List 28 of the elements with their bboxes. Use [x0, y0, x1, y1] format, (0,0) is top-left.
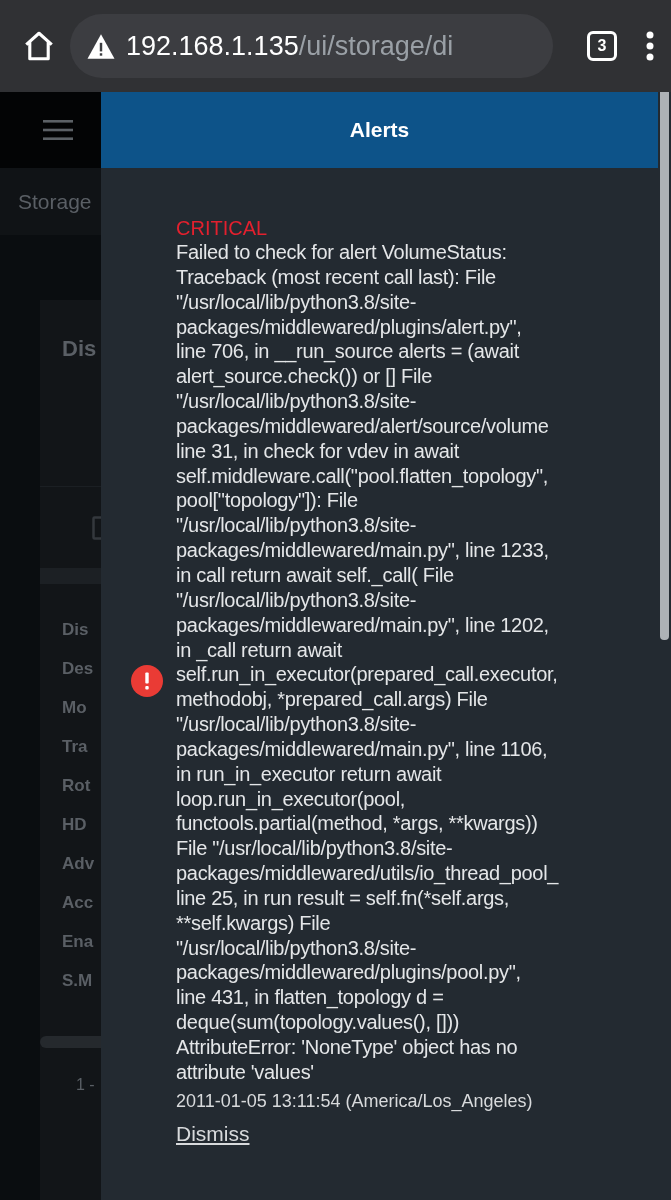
row-label: Rot [62, 775, 91, 797]
alert-icon [131, 664, 163, 697]
scrollbar-thumb[interactable] [660, 92, 669, 640]
dismiss-link[interactable]: Dismiss [176, 1121, 250, 1146]
row-label: Dis [62, 619, 89, 641]
pager-text: 1 - [76, 1076, 95, 1094]
warning-icon [86, 32, 116, 60]
row-label: Mo [62, 697, 87, 719]
url-path: /ui/storage/di [298, 30, 454, 61]
row-label: S.M [62, 970, 93, 992]
more-icon[interactable] [645, 31, 655, 61]
alert-level: CRITICAL [176, 216, 269, 240]
row-label: Ena [62, 931, 94, 953]
panel-title: Alerts [349, 118, 410, 142]
address-bar[interactable]: 192.168.1.135/ui/storage/di [70, 14, 553, 78]
alert-timestamp: 2011-01-05 13:11:54 (America/Los_Angeles) [176, 1090, 534, 1112]
row-label: HD [62, 814, 87, 836]
card-title: Dis [62, 336, 97, 363]
row-label: Acc [62, 892, 94, 914]
row-label: Des [62, 658, 94, 680]
scrollbar[interactable] [40, 1036, 101, 1048]
alert-message: Failed to check for alert VolumeStatus: Traceback (most recent call last): File "/usr/local/lib/python3.8/site- packages/middlewared/plugins/alert.py", line 706, in __run_source alerts = (await alert_source.check()) or [] File "/usr/local/lib/python3.8/site- packages/middlewared/alert/source/volume line 31, in check for vdev in await self.middleware.call("pool.flatten_topology", pool["topology"]): File "/usr/local/lib/python3.8/site- packages/middlewared/main.py", line 1233, in call return await self._call( File "/usr/local/lib/python3.8/site- packages/middlewared/main.py", line 1202, in _call return await self.run_in_executor(prepared_call.executor, methodobj, *prepared_call.args) File "/usr/local/lib/python3.8/site- packages/middlewared/main.py", line 1106, in run_in_executor return await loop.run_in_executor(pool, functools.partial(method, *args, **kwargs)) File "/usr/local/lib/python3.8/site- packages/middlewared/utils/io_thread_pool_ line 25, in run result = self.fn(*self.args, **self.kwargs) File "/usr/local/lib/python3.8/site- packages/middlewared/plugins/pool.py", line 431, in flatten_topology d = deque(sum(topology.values(), [])) AttributeError: 'NoneType' object has no attribute 'values' [176, 240, 559, 1085]
home-icon[interactable] [22, 29, 56, 63]
row-label: Tra [62, 736, 88, 758]
menu-icon[interactable] [43, 120, 73, 140]
row-label: Adv [62, 853, 95, 875]
url-host: 192.168.1.135 [126, 30, 299, 61]
tab-count-button[interactable]: 3 [587, 31, 617, 61]
